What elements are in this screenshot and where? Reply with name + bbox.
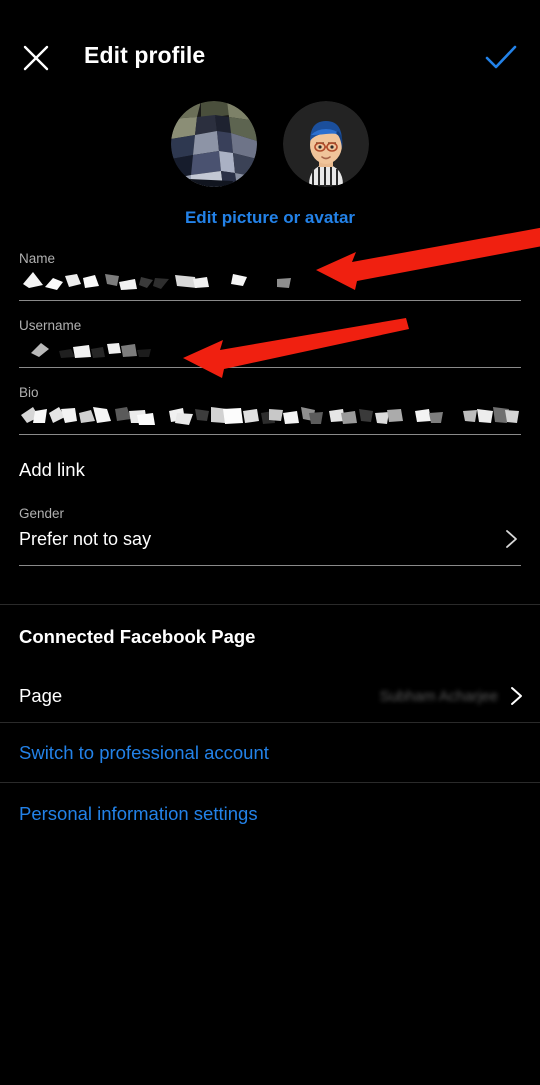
add-link-button[interactable]: Add link — [19, 435, 521, 503]
personal-information-settings-label: Personal information settings — [19, 803, 258, 824]
bio-label: Bio — [19, 385, 39, 400]
section-divider — [0, 722, 540, 723]
username-redaction-mask — [31, 343, 151, 358]
section-divider — [0, 604, 540, 605]
name-field[interactable]: Name — [19, 248, 521, 301]
chevron-right-icon — [511, 687, 522, 705]
app-header: Edit profile — [0, 0, 540, 96]
section-divider — [0, 782, 540, 783]
chevron-right-icon — [506, 530, 517, 548]
avatar[interactable] — [171, 101, 257, 187]
gender-field[interactable]: Gender Prefer not to say — [19, 503, 521, 566]
page-row[interactable]: Page Subham Acharjee — [0, 674, 540, 718]
bio-field[interactable]: Bio — [19, 382, 521, 435]
connected-facebook-page-title: Connected Facebook Page — [19, 626, 256, 647]
close-icon — [23, 45, 49, 71]
close-button[interactable] — [16, 38, 56, 78]
gender-value: Prefer not to say — [19, 529, 152, 549]
name-label: Name — [19, 251, 56, 266]
cartoon-avatar-icon — [283, 101, 369, 187]
avatar[interactable] — [283, 101, 369, 187]
avatar-row — [0, 101, 540, 187]
name-redaction-mask — [23, 272, 291, 290]
switch-to-professional-account-label: Switch to professional account — [19, 742, 269, 763]
username-field[interactable]: Username — [19, 315, 521, 368]
edit-picture-or-avatar-link[interactable]: Edit picture or avatar — [0, 208, 540, 228]
page-label: Page — [19, 685, 63, 706]
personal-information-settings-link[interactable]: Personal information settings — [0, 803, 540, 825]
done-button[interactable] — [480, 38, 522, 78]
check-icon — [485, 45, 517, 69]
gender-label: Gender — [19, 506, 65, 521]
page-title: Edit profile — [84, 42, 206, 68]
bio-redaction-mask — [21, 407, 519, 425]
profile-photo-icon — [171, 101, 257, 187]
profile-form: Name Username Bio Add link Gender Prefer… — [0, 248, 540, 566]
switch-to-professional-account-link[interactable]: Switch to professional account — [0, 742, 540, 764]
username-label: Username — [19, 318, 82, 333]
page-value: Subham Acharjee — [379, 687, 498, 705]
